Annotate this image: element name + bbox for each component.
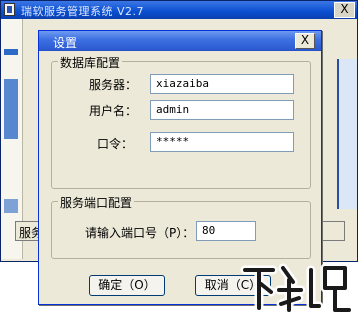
ok-button[interactable]: 确定（O） bbox=[89, 275, 165, 296]
app-icon bbox=[4, 3, 15, 16]
settings-dialog-titlebar[interactable]: 设置 X bbox=[39, 31, 321, 51]
server-label: 服务器： bbox=[89, 78, 138, 92]
left-panel-stripe bbox=[4, 79, 18, 139]
main-window-close-button[interactable]: X bbox=[334, 2, 355, 18]
left-panel-stripe bbox=[4, 49, 18, 55]
left-panel-stripe bbox=[4, 199, 18, 213]
settings-dialog-title: 设置 bbox=[53, 36, 78, 50]
username-label: 用户名： bbox=[89, 104, 138, 118]
watermark-logo bbox=[240, 263, 353, 315]
username-input[interactable]: admin bbox=[150, 100, 294, 120]
server-input[interactable]: xiazaiba bbox=[150, 74, 294, 94]
main-window-titlebar: 瑞软服务管理系统 V2.7 X bbox=[1, 1, 357, 19]
port-config-group-label: 服务端口配置 bbox=[58, 194, 135, 211]
db-config-group-label: 数据库配置 bbox=[58, 54, 123, 71]
close-icon: X bbox=[300, 33, 310, 47]
password-input[interactable]: ***** bbox=[150, 132, 294, 152]
port-label: 请输入端口号（P）： bbox=[85, 226, 195, 240]
right-panel-band bbox=[337, 59, 357, 209]
port-input[interactable]: 80 bbox=[196, 221, 256, 241]
main-window-title: 瑞软服务管理系统 V2.7 bbox=[21, 5, 145, 18]
settings-close-button[interactable]: X bbox=[295, 33, 315, 49]
password-label: 口令： bbox=[97, 137, 134, 151]
